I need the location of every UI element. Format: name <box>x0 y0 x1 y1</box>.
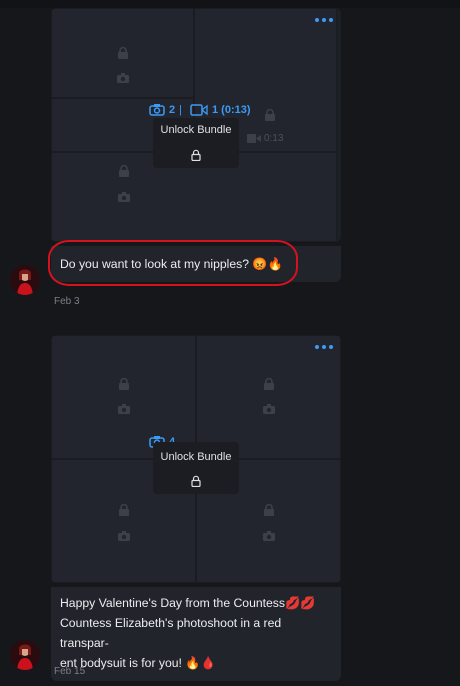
more-dots-icon[interactable] <box>315 344 333 350</box>
lock-icon <box>119 165 129 177</box>
locked-photo-tile <box>51 8 194 98</box>
caption-text: Do you want to look at my nipples? 😡🔥 <box>60 257 283 271</box>
message-bundle-1: 0:13 2 | 1 (0:13) Unlock Bundle Do you w… <box>51 8 341 282</box>
camera-icon <box>262 531 275 541</box>
bundle-media-counts: 2 | 1 (0:13) <box>149 103 251 116</box>
locked-media-card[interactable]: 0:13 2 | 1 (0:13) Unlock Bundle <box>51 8 341 242</box>
camera-icon <box>118 192 130 202</box>
caption-line: ent bodysuit is for you! 🔥🩸 <box>60 656 216 670</box>
avatar-image <box>10 265 40 295</box>
lock-icon <box>265 109 275 121</box>
video-count: 1 (0:13) <box>211 103 251 116</box>
more-dots-icon[interactable] <box>315 17 333 23</box>
lock-icon <box>117 47 128 59</box>
camera-icon <box>262 404 275 414</box>
caption-line: Countess Elizabeth's photoshoot in a red… <box>60 616 282 650</box>
message-caption: Do you want to look at my nipples? 😡🔥 <box>51 246 341 282</box>
avatar[interactable] <box>10 265 40 295</box>
lock-icon <box>191 149 201 161</box>
message-bundle-2: 4 Unlock Bundle Happy Valentine's Day fr… <box>51 335 341 681</box>
caption-line: Happy Valentine's Day from the Countess💋… <box>60 596 316 610</box>
lock-icon <box>118 504 129 516</box>
top-edge <box>0 0 460 8</box>
lock-icon <box>118 378 129 390</box>
lock-icon <box>263 378 274 390</box>
lock-icon <box>263 504 274 516</box>
photo-count: 2 <box>169 103 176 116</box>
camera-icon <box>149 104 165 116</box>
unlock-bundle-label: Unlock Bundle <box>160 124 232 136</box>
lock-icon <box>191 475 201 487</box>
locked-media-card[interactable]: 4 Unlock Bundle <box>51 335 341 583</box>
locked-photo-tile <box>196 335 341 459</box>
unlock-bundle-button[interactable]: Unlock Bundle <box>153 118 239 168</box>
message-caption: Happy Valentine's Day from the Countess💋… <box>51 587 341 681</box>
video-duration: 0:13 <box>247 133 283 144</box>
video-icon <box>247 134 261 143</box>
unlock-bundle-button[interactable]: Unlock Bundle <box>153 442 239 494</box>
camera-icon <box>117 404 130 414</box>
video-icon <box>190 103 208 116</box>
camera-icon <box>116 73 129 83</box>
camera-icon <box>117 531 130 541</box>
unlock-bundle-label: Unlock Bundle <box>160 451 232 463</box>
avatar[interactable] <box>10 640 40 670</box>
avatar-image <box>10 640 40 670</box>
count-separator: | <box>179 103 182 116</box>
message-date: Feb 3 <box>54 296 80 307</box>
message-date: Feb 15 <box>54 666 86 677</box>
